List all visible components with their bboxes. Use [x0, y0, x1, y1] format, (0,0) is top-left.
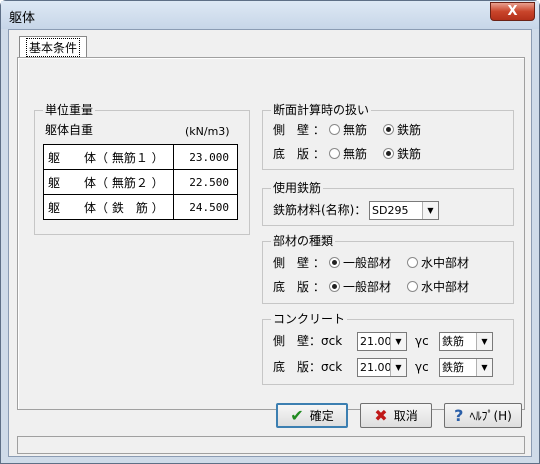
- dialog-window: 躯体 X 基本条件 単位重量 躯体自重 (kN/m3) 躯 体（ 無筋１ ） 2…: [0, 0, 540, 464]
- concrete-group: コンクリート 側 壁：σck 21.00 ▼ γc 鉄筋 ▼ 底 版：σck 2…: [262, 312, 514, 385]
- table-row: 躯 体（ 鉄 筋 ） 24.500: [43, 194, 238, 220]
- side-wall-label: 側 壁 ：: [273, 123, 325, 137]
- gamma-label: γc: [415, 334, 429, 348]
- member-type-group: 部材の種類 側 壁 ： 一般部材 水中部材 底 版 ： 一般部材 水中部材: [262, 234, 514, 304]
- bottom-slab-plain-radio[interactable]: 無筋: [329, 147, 367, 161]
- side-wall-plain-radio[interactable]: 無筋: [329, 123, 367, 137]
- member-type-title: 部材の種類: [271, 234, 336, 248]
- check-icon: ✔: [290, 406, 304, 425]
- x-icon: ✖: [374, 406, 388, 425]
- side-wall-underwater-radio[interactable]: 水中部材: [407, 256, 469, 270]
- side-wall-sigma-select[interactable]: 21.00 ▼: [357, 332, 407, 351]
- bottom-slab-label: 底 版 ：: [273, 280, 325, 294]
- unit-weight-table: 躯 体（ 無筋１ ） 23.000 躯 体（ 無筋２ ） 22.500 躯 体（…: [43, 144, 238, 220]
- row-value-input[interactable]: 24.500: [173, 194, 238, 220]
- help-label: ﾍﾙﾌﾟ(H): [469, 409, 512, 423]
- radio-selected-icon: [383, 148, 394, 159]
- dialog-client: 基本条件 単位重量 躯体自重 (kN/m3) 躯 体（ 無筋１ ） 23.000…: [8, 29, 532, 457]
- ok-label: 確定: [309, 409, 334, 423]
- self-weight-label: 躯体自重: [45, 123, 94, 137]
- gamma-value: 鉄筋: [442, 335, 464, 348]
- unit-label: (kN/m3): [185, 125, 230, 138]
- gamma-value: 鉄筋: [442, 361, 464, 374]
- radio-selected-icon: [383, 124, 394, 135]
- rebar-material-label: 鉄筋材料(名称)：: [273, 203, 367, 217]
- tab-label: 基本条件: [26, 38, 81, 57]
- bottom-slab-underwater-radio[interactable]: 水中部材: [407, 280, 469, 294]
- help-button[interactable]: ? ﾍﾙﾌﾟ(H): [444, 403, 522, 428]
- window-title: 躯体: [9, 11, 36, 26]
- close-icon: X: [507, 4, 518, 19]
- row-label: 躯 体（ 鉄 筋 ）: [43, 194, 174, 220]
- concrete-title: コンクリート: [271, 312, 348, 326]
- bottom-slab-label: 底 版 ：: [273, 147, 325, 161]
- close-button[interactable]: X: [490, 2, 535, 21]
- row-value-input[interactable]: 22.500: [173, 169, 238, 195]
- bottom-slab-general-radio[interactable]: 一般部材: [329, 280, 391, 294]
- ok-button[interactable]: ✔ 確定: [276, 403, 348, 428]
- table-row: 躯 体（ 無筋１ ） 23.000: [43, 144, 238, 170]
- question-icon: ?: [454, 406, 464, 425]
- chevron-down-icon: ▼: [422, 202, 438, 219]
- sigma-value: 21.00: [360, 361, 392, 374]
- row-label: 躯 体（ 無筋１ ）: [43, 144, 174, 170]
- radio-icon: [407, 257, 418, 268]
- chevron-down-icon: ▼: [390, 333, 406, 350]
- cancel-label: 取消: [393, 409, 418, 423]
- chevron-down-icon: ▼: [476, 359, 492, 376]
- radio-selected-icon: [329, 281, 340, 292]
- chevron-down-icon: ▼: [390, 359, 406, 376]
- cancel-button[interactable]: ✖ 取消: [360, 403, 432, 428]
- title-bar: 躯体 X: [1, 1, 539, 29]
- row-value-input[interactable]: 23.000: [173, 144, 238, 170]
- gamma-label: γc: [415, 360, 429, 374]
- side-wall-sigma-label: 側 壁：σck: [273, 334, 343, 348]
- radio-icon: [329, 124, 340, 135]
- side-wall-general-radio[interactable]: 一般部材: [329, 256, 391, 270]
- radio-icon: [329, 148, 340, 159]
- unit-weight-title: 単位重量: [43, 103, 96, 117]
- section-calc-group: 断面計算時の扱い 側 壁 ： 無筋 鉄筋 底 版 ： 無筋 鉄筋: [262, 103, 514, 170]
- bottom-slab-gamma-select[interactable]: 鉄筋 ▼: [439, 358, 493, 377]
- tab-panel: 単位重量 躯体自重 (kN/m3) 躯 体（ 無筋１ ） 23.000 躯 体（…: [17, 57, 525, 410]
- table-row: 躯 体（ 無筋２ ） 22.500: [43, 169, 238, 195]
- side-wall-label: 側 壁 ：: [273, 256, 325, 270]
- rebar-material-select[interactable]: SD295 ▼: [369, 201, 439, 220]
- bottom-slab-sigma-select[interactable]: 21.00 ▼: [357, 358, 407, 377]
- tab-basic-conditions[interactable]: 基本条件: [19, 36, 88, 58]
- side-wall-rebar-radio[interactable]: 鉄筋: [383, 123, 421, 137]
- status-bar: [17, 436, 525, 454]
- bottom-slab-sigma-label: 底 版：σck: [273, 360, 343, 374]
- row-label: 躯 体（ 無筋２ ）: [43, 169, 174, 195]
- unit-weight-group: 単位重量 躯体自重 (kN/m3) 躯 体（ 無筋１ ） 23.000 躯 体（…: [34, 103, 250, 235]
- rebar-group: 使用鉄筋 鉄筋材料(名称)： SD295 ▼: [262, 181, 514, 226]
- radio-icon: [407, 281, 418, 292]
- chevron-down-icon: ▼: [476, 333, 492, 350]
- rebar-title: 使用鉄筋: [271, 181, 324, 195]
- radio-selected-icon: [329, 257, 340, 268]
- sigma-value: 21.00: [360, 335, 392, 348]
- side-wall-gamma-select[interactable]: 鉄筋 ▼: [439, 332, 493, 351]
- bottom-slab-rebar-radio[interactable]: 鉄筋: [383, 147, 421, 161]
- section-calc-title: 断面計算時の扱い: [271, 103, 372, 117]
- rebar-material-value: SD295: [372, 204, 409, 217]
